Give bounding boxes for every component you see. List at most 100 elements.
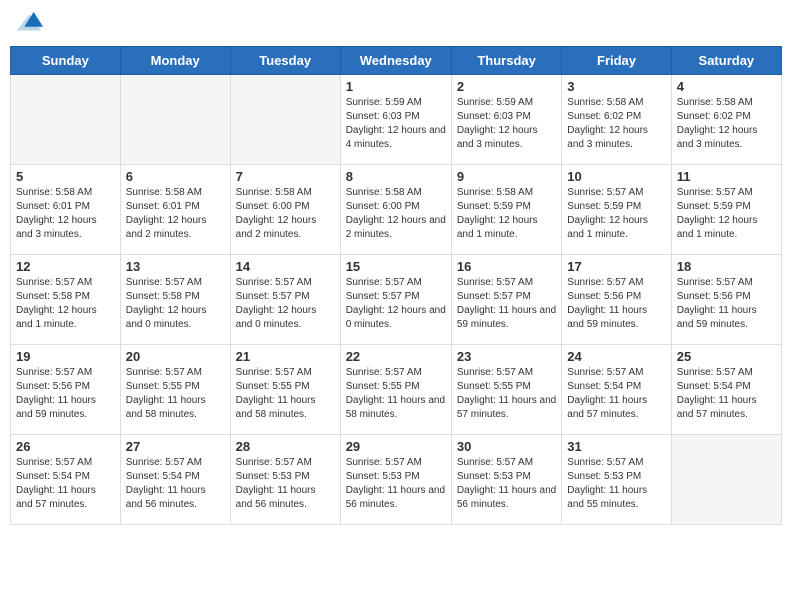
day-info: Sunrise: 5:57 AM Sunset: 5:53 PM Dayligh… xyxy=(346,456,446,512)
day-info: Sunrise: 5:59 AM Sunset: 6:03 PM Dayligh… xyxy=(346,96,446,152)
calendar-cell: 25 Sunrise: 5:57 AM Sunset: 5:54 PM Dayli… xyxy=(671,345,781,435)
day-info: Sunrise: 5:58 AM Sunset: 6:02 PM Dayligh… xyxy=(677,96,776,152)
day-number: 12 xyxy=(16,259,115,274)
calendar-cell: 13 Sunrise: 5:57 AM Sunset: 5:58 PM Dayli… xyxy=(120,255,230,345)
day-info: Sunrise: 5:57 AM Sunset: 5:57 PM Dayligh… xyxy=(457,276,556,332)
calendar-cell: 2 Sunrise: 5:59 AM Sunset: 6:03 PM Daylig… xyxy=(451,75,561,165)
day-info: Sunrise: 5:57 AM Sunset: 5:53 PM Dayligh… xyxy=(457,456,556,512)
calendar-cell: 9Sunrise: 5:58 AM Sunset: 5:59 PM Daylig… xyxy=(451,165,561,255)
week-row-1: 1 Sunrise: 5:59 AM Sunset: 6:03 PM Daylig… xyxy=(11,75,782,165)
day-number: 6 xyxy=(126,169,225,184)
calendar-cell: 10 Sunrise: 5:57 AM Sunset: 5:59 PM Dayli… xyxy=(562,165,671,255)
calendar-cell: 1 Sunrise: 5:59 AM Sunset: 6:03 PM Daylig… xyxy=(340,75,451,165)
calendar-cell: 22Sunrise: 5:57 AM Sunset: 5:55 PM Dayli… xyxy=(340,345,451,435)
day-number: 3 xyxy=(567,79,665,94)
day-number: 11 xyxy=(677,169,776,184)
calendar-cell: 8 Sunrise: 5:58 AM Sunset: 6:00 PM Daylig… xyxy=(340,165,451,255)
day-header-friday: Friday xyxy=(562,47,671,75)
day-number: 13 xyxy=(126,259,225,274)
day-number: 15 xyxy=(346,259,446,274)
calendar-cell: 16 Sunrise: 5:57 AM Sunset: 5:57 PM Dayli… xyxy=(451,255,561,345)
day-number: 31 xyxy=(567,439,665,454)
day-info: Sunrise: 5:57 AM Sunset: 5:59 PM Dayligh… xyxy=(567,186,665,242)
calendar-cell: 14Sunrise: 5:57 AM Sunset: 5:57 PM Dayli… xyxy=(230,255,340,345)
day-header-saturday: Saturday xyxy=(671,47,781,75)
day-info: Sunrise: 5:57 AM Sunset: 5:54 PM Dayligh… xyxy=(677,366,776,422)
day-number: 23 xyxy=(457,349,556,364)
calendar-header-row: SundayMondayTuesdayWednesdayThursdayFrid… xyxy=(11,47,782,75)
calendar-cell: 23 Sunrise: 5:57 AM Sunset: 5:55 PM Dayli… xyxy=(451,345,561,435)
calendar-cell: 6 Sunrise: 5:58 AM Sunset: 6:01 PM Daylig… xyxy=(120,165,230,255)
calendar-cell: 7Sunrise: 5:58 AM Sunset: 6:00 PM Daylig… xyxy=(230,165,340,255)
calendar-cell: 17 Sunrise: 5:57 AM Sunset: 5:56 PM Dayli… xyxy=(562,255,671,345)
day-number: 10 xyxy=(567,169,665,184)
calendar-cell xyxy=(671,435,781,525)
logo-icon xyxy=(15,10,43,38)
calendar-cell: 24 Sunrise: 5:57 AM Sunset: 5:54 PM Dayli… xyxy=(562,345,671,435)
day-number: 16 xyxy=(457,259,556,274)
day-header-sunday: Sunday xyxy=(11,47,121,75)
day-number: 14 xyxy=(236,259,335,274)
day-number: 26 xyxy=(16,439,115,454)
day-number: 19 xyxy=(16,349,115,364)
day-number: 8 xyxy=(346,169,446,184)
logo xyxy=(15,10,47,38)
calendar-table: SundayMondayTuesdayWednesdayThursdayFrid… xyxy=(10,46,782,525)
day-info: Sunrise: 5:57 AM Sunset: 5:58 PM Dayligh… xyxy=(126,276,225,332)
day-info: Sunrise: 5:59 AM Sunset: 6:03 PM Dayligh… xyxy=(457,96,556,152)
day-header-wednesday: Wednesday xyxy=(340,47,451,75)
week-row-2: 5 Sunrise: 5:58 AM Sunset: 6:01 PM Daylig… xyxy=(11,165,782,255)
calendar-cell: 19 Sunrise: 5:57 AM Sunset: 5:56 PM Dayli… xyxy=(11,345,121,435)
calendar-cell: 21 Sunrise: 5:57 AM Sunset: 5:55 PM Dayli… xyxy=(230,345,340,435)
calendar-cell: 30Sunrise: 5:57 AM Sunset: 5:53 PM Dayli… xyxy=(451,435,561,525)
calendar-cell: 18Sunrise: 5:57 AM Sunset: 5:56 PM Dayli… xyxy=(671,255,781,345)
week-row-5: 26 Sunrise: 5:57 AM Sunset: 5:54 PM Dayli… xyxy=(11,435,782,525)
day-number: 29 xyxy=(346,439,446,454)
calendar-cell: 29 Sunrise: 5:57 AM Sunset: 5:53 PM Dayli… xyxy=(340,435,451,525)
calendar-cell: 27 Sunrise: 5:57 AM Sunset: 5:54 PM Dayli… xyxy=(120,435,230,525)
day-number: 20 xyxy=(126,349,225,364)
day-info: Sunrise: 5:57 AM Sunset: 5:57 PM Dayligh… xyxy=(346,276,446,332)
day-number: 21 xyxy=(236,349,335,364)
day-info: Sunrise: 5:57 AM Sunset: 5:53 PM Dayligh… xyxy=(567,456,665,512)
day-info: Sunrise: 5:57 AM Sunset: 5:56 PM Dayligh… xyxy=(567,276,665,332)
day-info: Sunrise: 5:58 AM Sunset: 6:01 PM Dayligh… xyxy=(16,186,115,242)
day-number: 22 xyxy=(346,349,446,364)
day-number: 5 xyxy=(16,169,115,184)
day-number: 2 xyxy=(457,79,556,94)
calendar-cell: 28Sunrise: 5:57 AM Sunset: 5:53 PM Dayli… xyxy=(230,435,340,525)
day-number: 25 xyxy=(677,349,776,364)
day-info: Sunrise: 5:57 AM Sunset: 5:54 PM Dayligh… xyxy=(567,366,665,422)
page-header xyxy=(10,10,782,38)
day-header-thursday: Thursday xyxy=(451,47,561,75)
week-row-3: 12 Sunrise: 5:57 AM Sunset: 5:58 PM Dayli… xyxy=(11,255,782,345)
calendar-cell: 20 Sunrise: 5:57 AM Sunset: 5:55 PM Dayli… xyxy=(120,345,230,435)
day-number: 17 xyxy=(567,259,665,274)
day-info: Sunrise: 5:58 AM Sunset: 6:01 PM Dayligh… xyxy=(126,186,225,242)
day-number: 28 xyxy=(236,439,335,454)
day-info: Sunrise: 5:58 AM Sunset: 6:02 PM Dayligh… xyxy=(567,96,665,152)
week-row-4: 19 Sunrise: 5:57 AM Sunset: 5:56 PM Dayli… xyxy=(11,345,782,435)
calendar-cell: 11Sunrise: 5:57 AM Sunset: 5:59 PM Dayli… xyxy=(671,165,781,255)
calendar-cell: 26 Sunrise: 5:57 AM Sunset: 5:54 PM Dayli… xyxy=(11,435,121,525)
calendar-cell: 12 Sunrise: 5:57 AM Sunset: 5:58 PM Dayli… xyxy=(11,255,121,345)
day-info: Sunrise: 5:57 AM Sunset: 5:56 PM Dayligh… xyxy=(677,276,776,332)
day-number: 27 xyxy=(126,439,225,454)
day-info: Sunrise: 5:57 AM Sunset: 5:56 PM Dayligh… xyxy=(16,366,115,422)
day-info: Sunrise: 5:57 AM Sunset: 5:58 PM Dayligh… xyxy=(16,276,115,332)
day-info: Sunrise: 5:57 AM Sunset: 5:55 PM Dayligh… xyxy=(457,366,556,422)
day-info: Sunrise: 5:57 AM Sunset: 5:55 PM Dayligh… xyxy=(126,366,225,422)
day-number: 1 xyxy=(346,79,446,94)
day-info: Sunrise: 5:57 AM Sunset: 5:54 PM Dayligh… xyxy=(16,456,115,512)
day-number: 24 xyxy=(567,349,665,364)
day-info: Sunrise: 5:58 AM Sunset: 6:00 PM Dayligh… xyxy=(346,186,446,242)
day-number: 7 xyxy=(236,169,335,184)
day-number: 9 xyxy=(457,169,556,184)
day-header-tuesday: Tuesday xyxy=(230,47,340,75)
calendar-cell xyxy=(120,75,230,165)
day-info: Sunrise: 5:57 AM Sunset: 5:54 PM Dayligh… xyxy=(126,456,225,512)
calendar-cell: 4Sunrise: 5:58 AM Sunset: 6:02 PM Daylig… xyxy=(671,75,781,165)
day-header-monday: Monday xyxy=(120,47,230,75)
day-info: Sunrise: 5:57 AM Sunset: 5:55 PM Dayligh… xyxy=(236,366,335,422)
calendar-cell: 3 Sunrise: 5:58 AM Sunset: 6:02 PM Daylig… xyxy=(562,75,671,165)
